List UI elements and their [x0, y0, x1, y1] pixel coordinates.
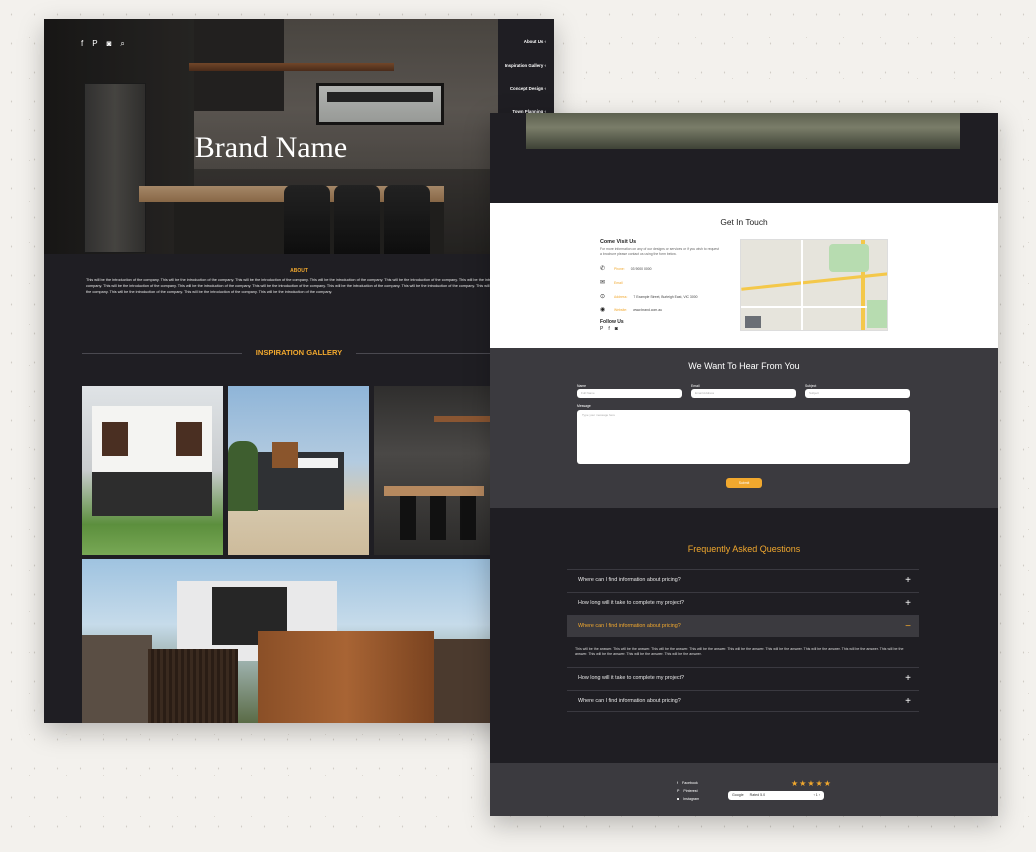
- contact-website[interactable]: ◉ Website: www.brand.com.au: [600, 306, 662, 313]
- gallery-title: INSPIRATION GALLERY: [255, 348, 343, 357]
- google-label: Google: [732, 793, 744, 797]
- email-input[interactable]: Email Address: [691, 389, 796, 398]
- gallery-photo-modern-house[interactable]: [228, 386, 369, 555]
- contact-address[interactable]: ⊙ Address: 7 Example Street, Burleigh Ea…: [600, 293, 697, 300]
- pinterest-icon[interactable]: P: [600, 326, 603, 332]
- search-icon[interactable]: ⌕: [120, 39, 124, 49]
- instagram-icon[interactable]: ◙: [107, 39, 112, 49]
- visit-title: Come Visit Us: [600, 239, 637, 245]
- facebook-icon[interactable]: f: [81, 39, 83, 49]
- submit-button[interactable]: Submit: [726, 478, 762, 488]
- contact-section: Get In Touch Come Visit Us For more info…: [490, 203, 998, 348]
- faq-item[interactable]: Where can I find information about prici…: [567, 690, 919, 712]
- faq-answer: This will be the answer. This will be th…: [575, 647, 904, 656]
- instagram-icon[interactable]: ◙: [615, 326, 618, 332]
- about-title: ABOUT: [290, 268, 308, 274]
- footer-link-instagram[interactable]: ◙ Instagram: [677, 797, 699, 801]
- menu-item-concept[interactable]: Concept Design ‹: [510, 86, 546, 91]
- pinterest-icon[interactable]: P: [92, 39, 97, 49]
- footer: f Facebook P Pinterest ◙ Instagram ★★★★★ Go…: [490, 763, 998, 816]
- faq-item-open[interactable]: Where can I find information about prici…: [567, 615, 919, 637]
- plus-icon: +: [905, 673, 911, 684]
- menu-item-gallery[interactable]: Inspiration Gallery ‹: [505, 63, 546, 68]
- message-textarea[interactable]: Type your message here: [577, 410, 910, 464]
- google-review-widget[interactable]: Google Rated 5.0 ‹ 1 ›: [728, 791, 824, 800]
- social-icons: f P ◙ ⌕: [81, 39, 125, 49]
- instagram-icon: ◙: [677, 797, 680, 801]
- garden-image: [526, 113, 960, 149]
- faq-item[interactable]: How long will it take to complete my pro…: [567, 667, 919, 689]
- message-label: Message: [577, 404, 591, 408]
- follow-title: Follow Us: [600, 319, 624, 325]
- gallery-photo-townhouses[interactable]: [82, 386, 223, 555]
- follow-icons: P f ◙: [600, 326, 618, 332]
- contact-email[interactable]: ✉ Email: [600, 279, 622, 286]
- brand-name: Brand Name: [194, 131, 348, 164]
- pinterest-icon: P: [677, 789, 680, 793]
- footer-link-facebook[interactable]: f Facebook: [677, 781, 698, 785]
- menu-item-about[interactable]: About Us ‹: [524, 39, 546, 44]
- globe-icon: ◉: [600, 307, 606, 313]
- homepage-preview: f P ◙ ⌕ Brand Name About Us ‹ Inspiratio…: [44, 19, 554, 723]
- plus-icon: +: [905, 696, 911, 707]
- name-label: Name: [577, 384, 587, 388]
- google-nav[interactable]: ‹ 1 ›: [814, 793, 820, 798]
- location-icon: ⊙: [600, 294, 606, 300]
- subject-input[interactable]: Subject: [805, 389, 910, 398]
- footer-link-pinterest[interactable]: P Pinterest: [677, 789, 698, 793]
- contact-title: Get In Touch: [720, 217, 768, 227]
- contact-phone[interactable]: ✆ Phone: 03 9000 0000: [600, 265, 652, 272]
- google-text: Rated 5.0: [749, 793, 766, 797]
- gallery-photo-kitchen[interactable]: [374, 386, 494, 555]
- contact-form-section: We Want To Hear From You Name Full Name …: [490, 348, 998, 508]
- form-title: We Want To Hear From You: [688, 361, 800, 371]
- name-input[interactable]: Full Name: [577, 389, 682, 398]
- map-embed[interactable]: [740, 239, 888, 331]
- phone-icon: ✆: [600, 266, 606, 272]
- email-label: Email: [691, 384, 700, 388]
- faq-item[interactable]: How long will it take to complete my pro…: [567, 592, 919, 614]
- contact-page-preview: Get In Touch Come Visit Us For more info…: [490, 113, 998, 816]
- hero-banner: f P ◙ ⌕ Brand Name: [44, 19, 498, 254]
- visit-text: For more information on any of our desig…: [600, 247, 719, 256]
- plus-icon: +: [905, 598, 911, 609]
- minus-icon: −: [905, 621, 911, 632]
- gallery-photo-two-storey[interactable]: [82, 559, 494, 723]
- mail-icon: ✉: [600, 280, 606, 286]
- about-text: This will be the introduction of the com…: [86, 278, 527, 294]
- faq-title: Frequently Asked Questions: [687, 544, 801, 554]
- plus-icon: +: [905, 575, 911, 586]
- faq-item[interactable]: Where can I find information about prici…: [567, 569, 919, 591]
- facebook-icon[interactable]: f: [608, 326, 609, 332]
- rating-stars: ★★★★★: [791, 779, 832, 788]
- facebook-icon: f: [677, 781, 678, 785]
- subject-label: Subject: [805, 384, 817, 388]
